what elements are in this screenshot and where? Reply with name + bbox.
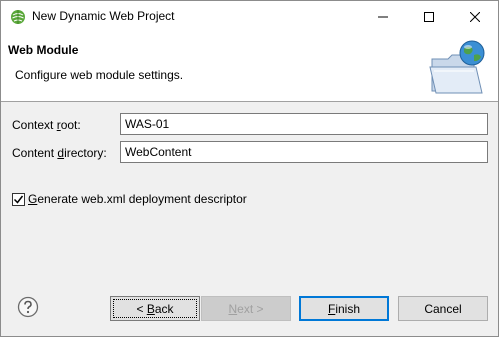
- maximize-icon: [424, 11, 434, 22]
- content-directory-label-rest: irectory:: [64, 146, 107, 160]
- content-directory-input[interactable]: WebContent: [120, 141, 488, 163]
- next-button-mnemonic: N: [228, 301, 238, 316]
- close-icon: [470, 11, 480, 22]
- maximize-button[interactable]: [406, 1, 452, 32]
- page-description: Configure web module settings.: [15, 68, 184, 82]
- next-button[interactable]: Next >: [201, 296, 291, 321]
- generate-descriptor-checkbox[interactable]: [12, 192, 25, 206]
- generate-descriptor-label-rest: enerate web.xml deployment descriptor: [37, 192, 247, 206]
- generate-descriptor-option[interactable]: Generate web.xml deployment descriptor: [12, 192, 247, 206]
- dialog-window: New Dynamic Web Project Web Module Confi…: [0, 0, 499, 337]
- web-folder-globe-icon: [428, 39, 488, 97]
- context-root-label: Context root:: [12, 118, 81, 132]
- finish-button[interactable]: Finish: [299, 296, 389, 321]
- title-bar: New Dynamic Web Project: [1, 1, 498, 32]
- window-title: New Dynamic Web Project: [32, 9, 175, 23]
- minimize-button[interactable]: [360, 1, 406, 32]
- close-button[interactable]: [452, 1, 498, 32]
- context-root-label-text: Context: [12, 118, 57, 132]
- checkmark-icon: [13, 195, 24, 204]
- eclipse-globe-icon: [10, 9, 26, 25]
- focus-ring: [113, 299, 197, 318]
- context-root-label-rest: oot:: [60, 118, 81, 132]
- cancel-button[interactable]: Cancel: [398, 296, 488, 321]
- page-title: Web Module: [8, 43, 79, 57]
- back-button[interactable]: < Back: [110, 296, 200, 321]
- generate-descriptor-label[interactable]: Generate web.xml deployment descriptor: [28, 192, 247, 206]
- context-root-input[interactable]: WAS-01: [120, 113, 488, 135]
- finish-button-mnemonic: F: [327, 301, 336, 316]
- finish-button-label: inish: [335, 301, 361, 316]
- generate-descriptor-mnemonic: G: [28, 192, 38, 206]
- minimize-icon: [378, 16, 388, 17]
- content-directory-label-text: Content: [12, 146, 58, 160]
- next-button-label: ext >: [237, 301, 264, 316]
- cancel-button-label: Cancel: [424, 301, 462, 316]
- help-icon[interactable]: [17, 296, 39, 318]
- wizard-banner: Web Module Configure web module settings…: [1, 32, 498, 102]
- content-directory-label: Content directory:: [12, 146, 107, 160]
